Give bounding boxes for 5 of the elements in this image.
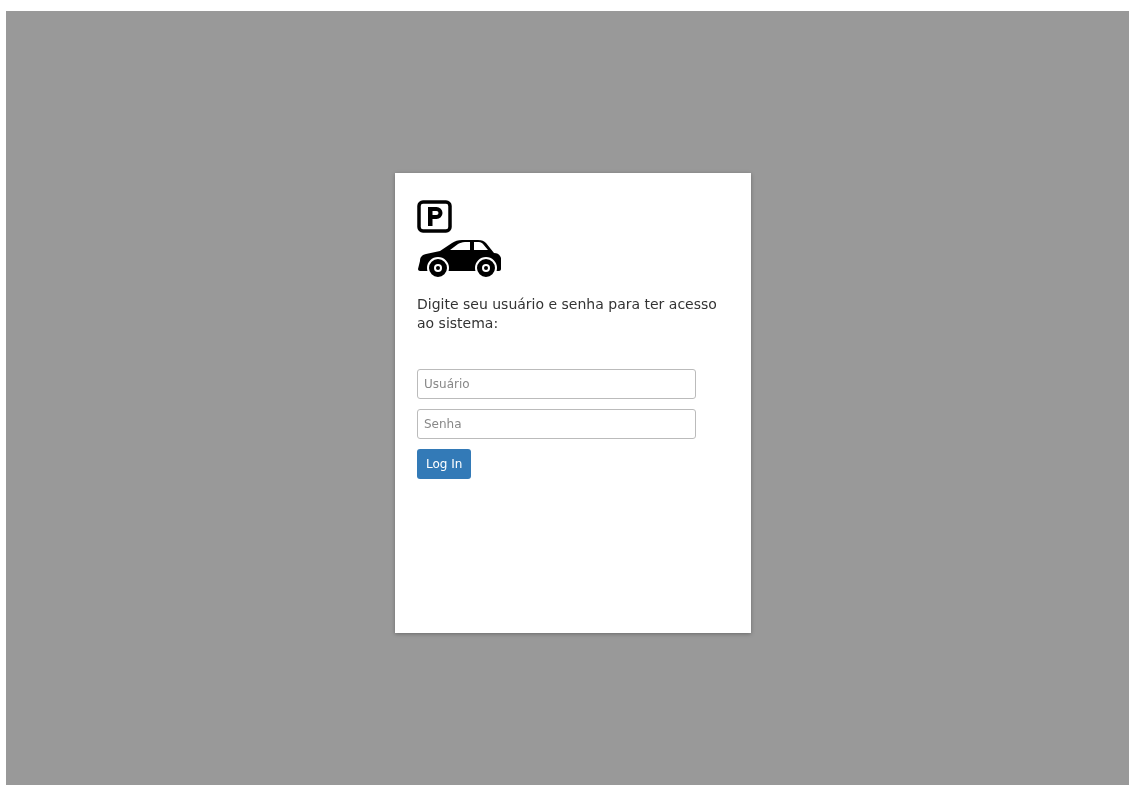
- username-field[interactable]: Usuário: [417, 369, 696, 399]
- password-field[interactable]: Senha: [417, 409, 696, 439]
- login-button[interactable]: Log In: [417, 449, 472, 479]
- instructions-text: Digite seu usuário e senha para ter acesso ao sistema:: [417, 295, 718, 333]
- parking-sign-icon: [417, 200, 452, 233]
